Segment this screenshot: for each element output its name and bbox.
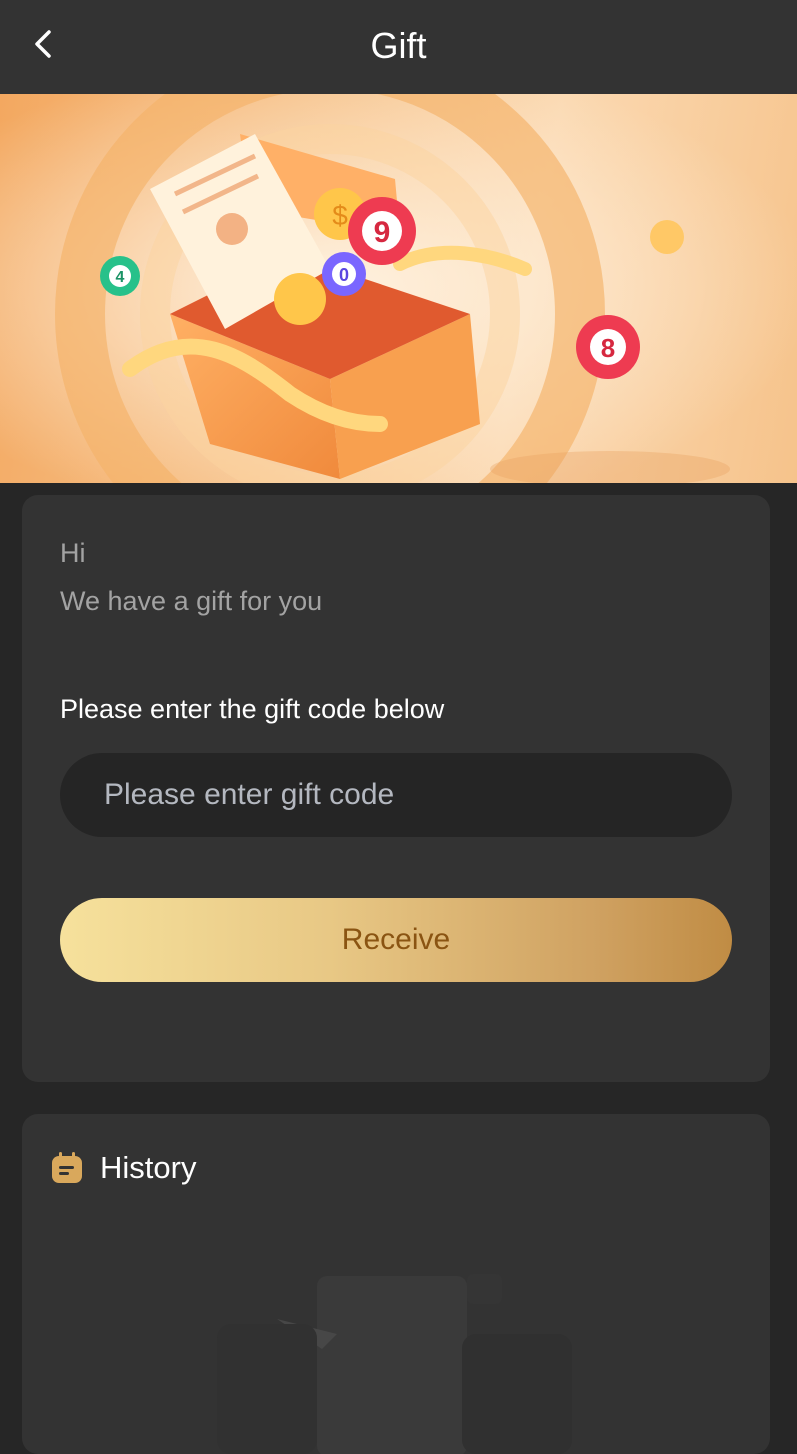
lottery-ball-label: 9 — [374, 216, 391, 249]
page-title: Gift — [370, 25, 427, 66]
history-header: History — [50, 1150, 196, 1186]
gift-message: We have a gift for you — [60, 586, 323, 616]
chevron-left-icon — [35, 30, 51, 58]
gift-code-card: Hi We have a gift for you Please enter t… — [22, 495, 770, 1082]
receive-button[interactable]: Receive — [60, 898, 732, 982]
gift-code-input[interactable] — [60, 753, 732, 837]
back-button[interactable] — [20, 22, 64, 66]
greeting-text: Hi — [60, 538, 86, 568]
top-nav-bar: Gift — [0, 0, 797, 94]
coin-symbol: $ — [332, 200, 348, 231]
history-card: History — [22, 1114, 770, 1454]
gift-code-label: Please enter the gift code below — [60, 694, 445, 724]
empty-box-illustration — [217, 1274, 572, 1454]
clipboard-icon — [52, 1152, 82, 1183]
history-title: History — [100, 1150, 197, 1185]
lottery-ball-label: 4 — [116, 269, 125, 286]
gift-banner: $ 4 9 0 8 — [0, 94, 797, 483]
lottery-ball-label: 8 — [601, 333, 615, 363]
lottery-ball-label: 0 — [339, 265, 349, 285]
